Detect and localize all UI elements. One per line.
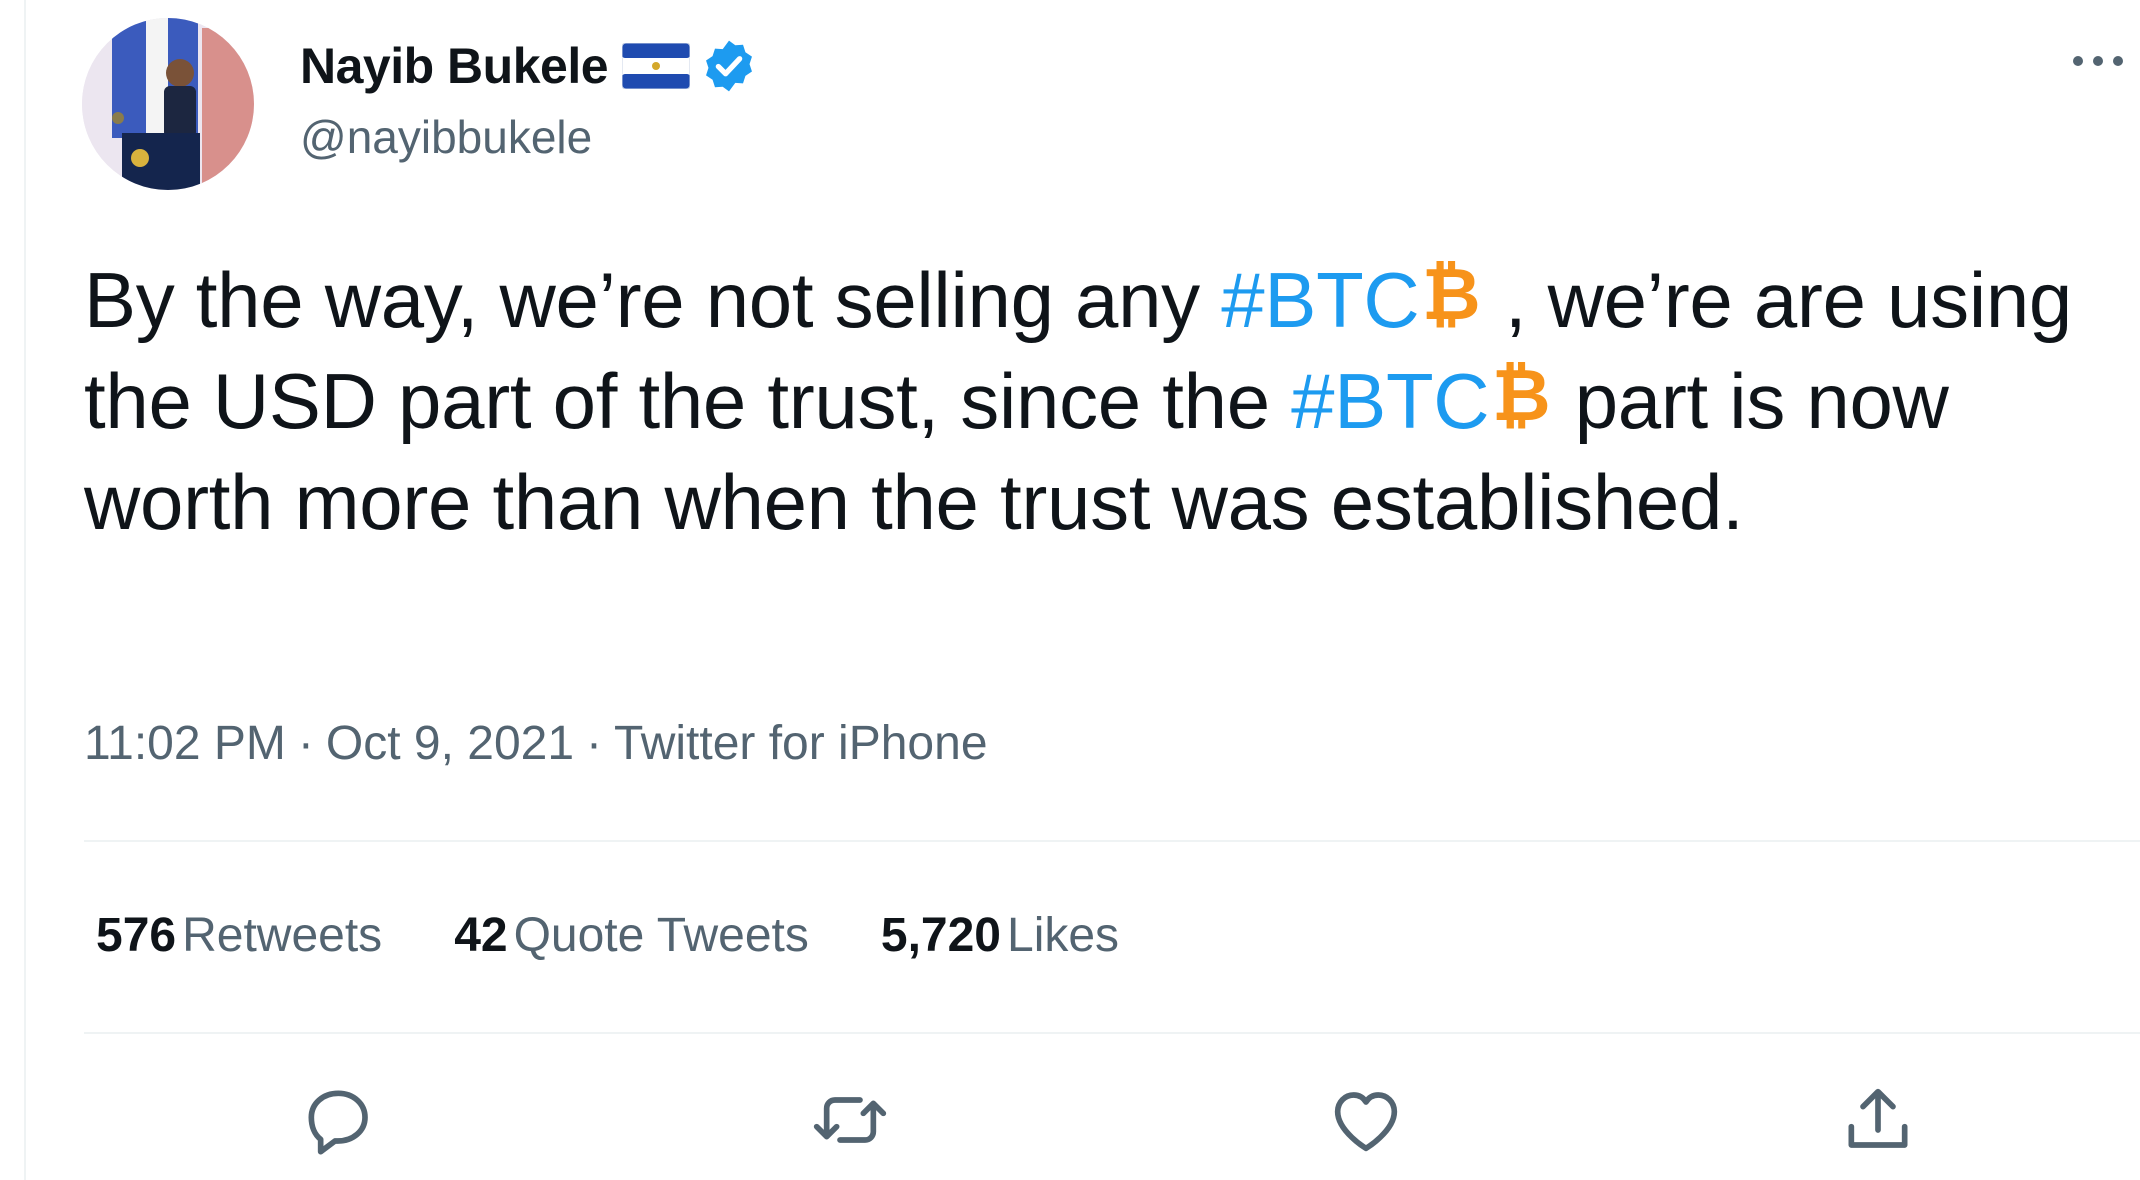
verified-badge-icon: [706, 40, 752, 92]
likes-count: 5,720: [880, 909, 1001, 962]
tweet-date[interactable]: Oct 9, 2021: [326, 717, 574, 770]
tweet-source[interactable]: Twitter for iPhone: [614, 717, 988, 770]
like-button[interactable]: [1326, 1080, 1406, 1160]
retweet-icon: [813, 1097, 887, 1143]
share-button[interactable]: [1838, 1080, 1918, 1160]
svg-text:₿: ₿: [1493, 356, 1549, 434]
tweet-text: By the way, we’re not selling any #BTC ₿ …: [84, 250, 2134, 553]
share-icon: [1848, 1088, 1908, 1148]
tweet-stats: 576 Retweets 42 Quote Tweets 5,720 Likes: [96, 908, 1191, 963]
separator: ·: [586, 717, 603, 770]
retweets-stat[interactable]: 576 Retweets: [96, 908, 382, 963]
retweets-label: Retweets: [182, 909, 383, 962]
likes-stat[interactable]: 5,720 Likes: [881, 908, 1119, 963]
el-salvador-flag-icon: [622, 43, 691, 89]
hashtag-btc-link[interactable]: #BTC: [1221, 256, 1419, 344]
avatar-image: [82, 18, 254, 190]
more-options-icon[interactable]: [2068, 46, 2128, 76]
retweets-count: 576: [96, 909, 177, 962]
divider: [84, 840, 2140, 842]
separator: ·: [297, 717, 314, 770]
reply-button[interactable]: [298, 1080, 378, 1160]
retweet-button[interactable]: [810, 1080, 890, 1160]
quote-tweets-count: 42: [454, 909, 508, 962]
likes-label: Likes: [1007, 909, 1120, 962]
reply-icon: [308, 1090, 368, 1155]
author-handle[interactable]: @nayibbukele: [300, 110, 592, 164]
svg-text:₿: ₿: [1423, 255, 1479, 333]
bitcoin-icon: ₿: [1423, 255, 1479, 333]
author-name[interactable]: Nayib Bukele: [300, 37, 609, 95]
hashtag-btc-link[interactable]: #BTC: [1291, 357, 1489, 445]
like-icon: [1334, 1092, 1398, 1152]
bitcoin-icon: ₿: [1493, 356, 1549, 434]
tweet-time[interactable]: 11:02 PM: [84, 717, 286, 770]
left-border: [24, 0, 26, 1180]
tweet-metadata: 11:02 PM · Oct 9, 2021 · Twitter for iPhone: [84, 716, 988, 771]
quote-tweets-label: Quote Tweets: [513, 909, 809, 962]
avatar[interactable]: [82, 18, 254, 190]
quote-tweets-stat[interactable]: 42 Quote Tweets: [454, 908, 809, 963]
divider: [84, 1032, 2140, 1034]
tweet-text-part: By the way, we’re not selling any: [84, 256, 1222, 344]
